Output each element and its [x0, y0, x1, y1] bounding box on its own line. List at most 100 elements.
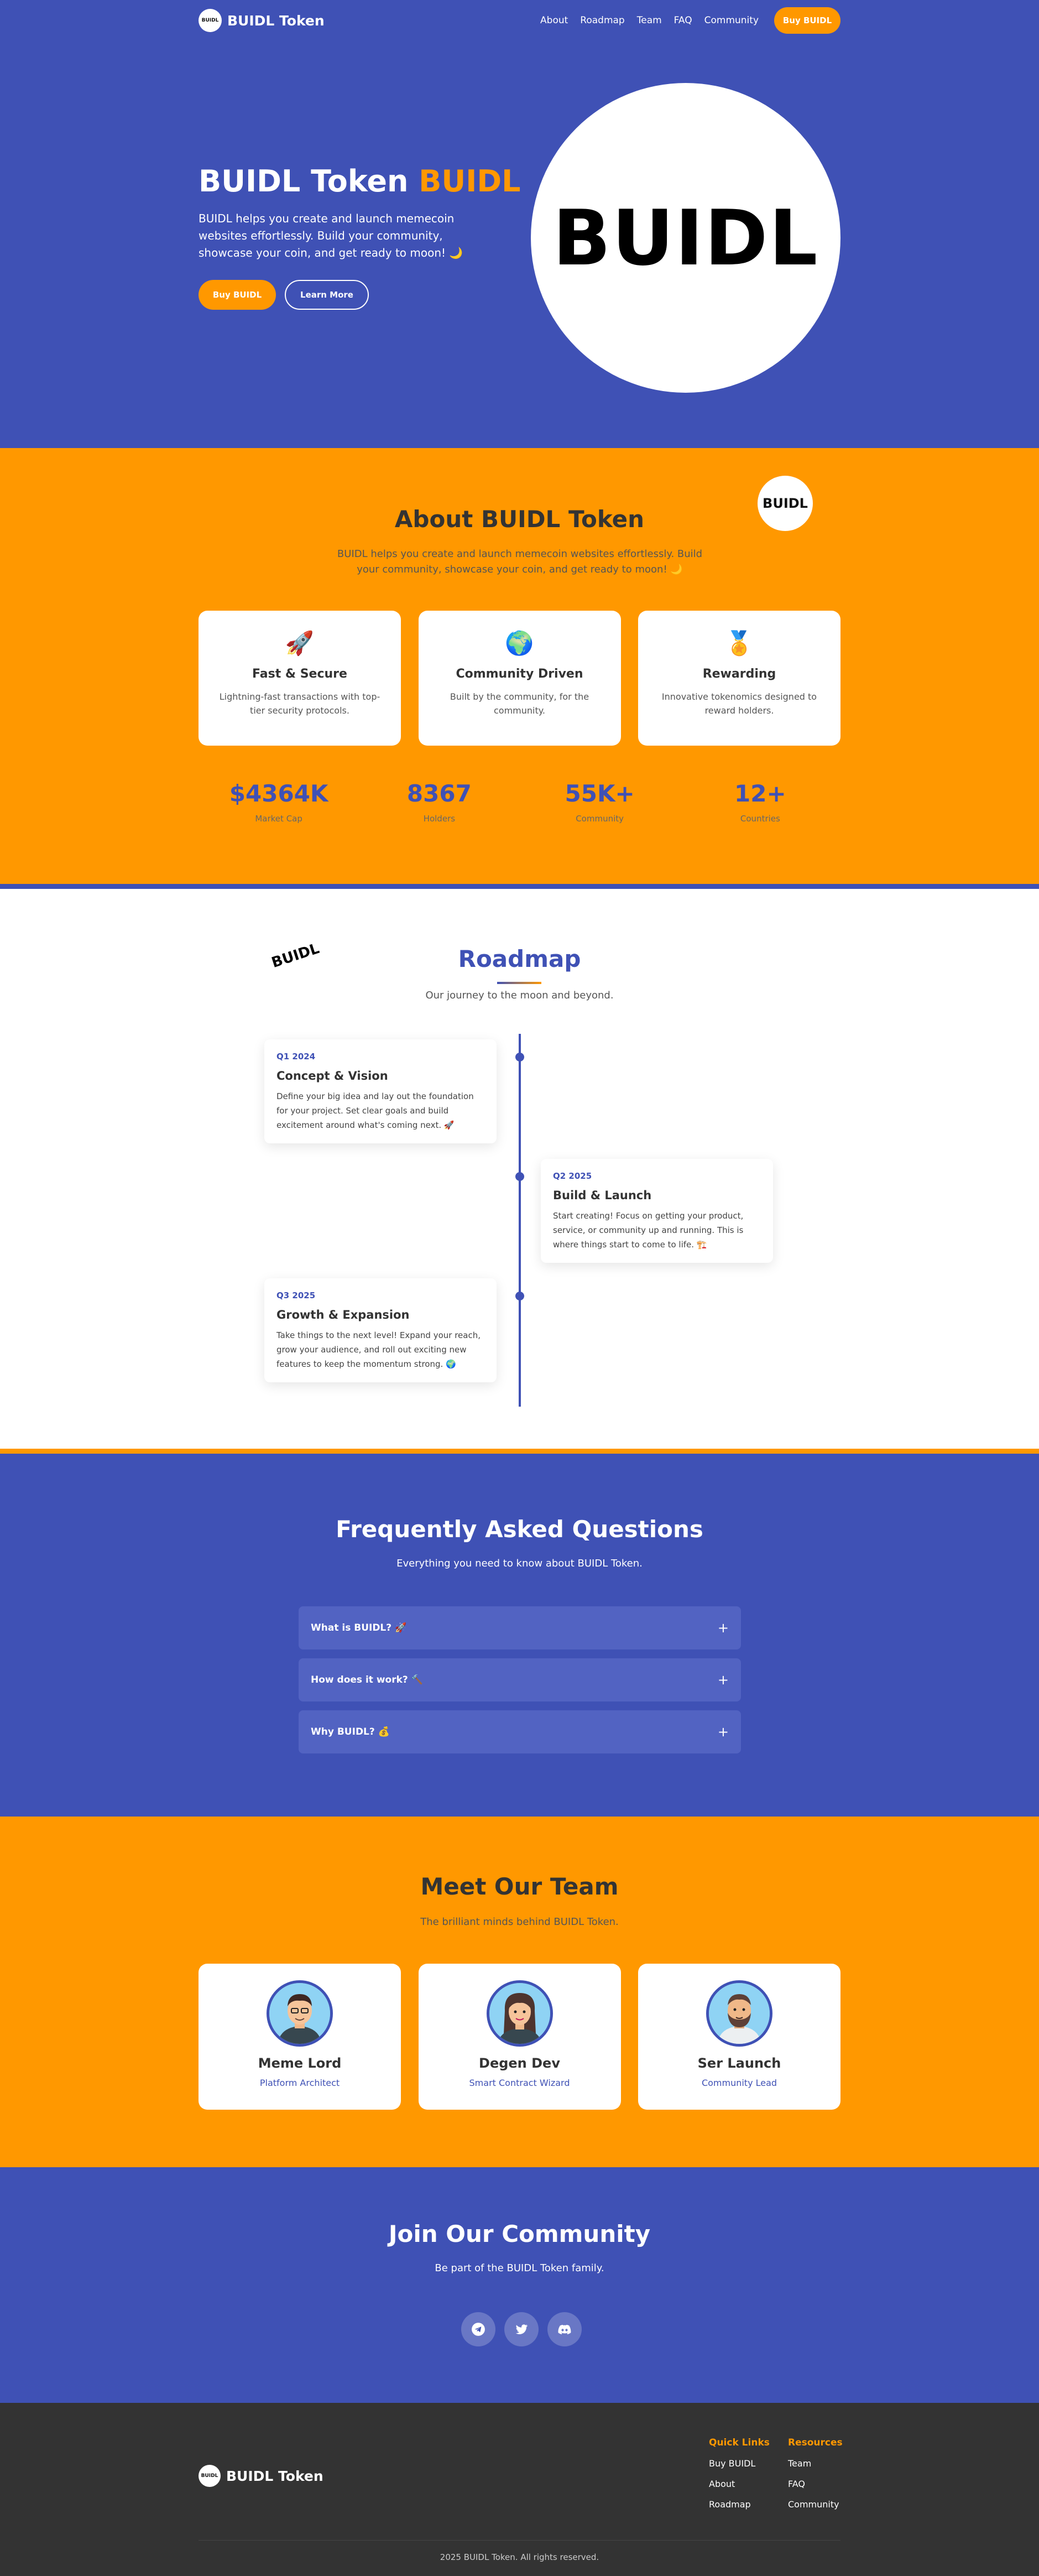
- twitter-icon: [515, 2324, 528, 2334]
- roadmap-card-title: Build & Launch: [553, 1189, 652, 1202]
- nav-link-team[interactable]: Team: [637, 15, 662, 26]
- nav-link-community[interactable]: Community: [704, 15, 759, 26]
- copyright-text: 2025 BUIDL Token. All rights reserved.: [440, 2552, 599, 2562]
- roadmap-card-description: Take things to the next level! Expand yo…: [276, 1330, 481, 1369]
- brand-name[interactable]: BUIDL Token: [227, 13, 325, 29]
- roadmap-quarter: Q3 2025: [276, 1290, 316, 1300]
- roadmap-quarter: Q2 2025: [553, 1171, 592, 1181]
- discord-icon: [558, 2324, 571, 2335]
- community-subtitle: Be part of the BUIDL Token family.: [435, 2262, 604, 2274]
- hero-logo-text: BUIDL: [552, 193, 819, 283]
- stat-holders: 8367 Holders: [367, 780, 511, 824]
- roadmap-quarter: Q1 2024: [276, 1052, 316, 1061]
- hero-section: BUIDL Token BUIDL BUIDL helps you create…: [0, 41, 1039, 448]
- feature-card: 🌍 Community Driven Built by the communit…: [418, 611, 621, 746]
- navbar-inner: BUIDL BUIDL Token About Roadmap Team FAQ…: [199, 0, 840, 41]
- team-card: Degen Dev Smart Contract Wizard: [418, 1964, 621, 2110]
- footer-column-title: Resources: [788, 2437, 843, 2448]
- footer-link-team[interactable]: Team: [788, 2458, 843, 2469]
- nav-buy-button[interactable]: Buy BUIDL: [774, 7, 840, 34]
- stat-community: 55K+ Community: [528, 780, 672, 824]
- feature-title: Rewarding: [702, 667, 776, 681]
- footer-link-about[interactable]: About: [709, 2479, 770, 2489]
- faq-item-how-it-works[interactable]: How does it work? 🔨 +: [299, 1658, 741, 1701]
- nav-link-faq[interactable]: FAQ: [674, 15, 692, 26]
- footer-brand-name[interactable]: BUIDL Token: [226, 2468, 323, 2484]
- faq-question: What is BUIDL? 🚀: [311, 1622, 407, 1633]
- nav-links: About Roadmap Team FAQ Community Buy BUI…: [528, 7, 840, 34]
- hero-title-main: BUIDL Token: [199, 164, 409, 199]
- avatar: [486, 1980, 553, 2047]
- stat-countries: 12+ Countries: [688, 780, 832, 824]
- roadmap-title: Roadmap: [458, 945, 581, 972]
- faq-item-why-buidl[interactable]: Why BUIDL? 💰 +: [299, 1710, 741, 1753]
- footer-quick-links: Quick Links Buy BUIDL About Roadmap: [709, 2437, 770, 2510]
- hero-buttons: Buy BUIDL Learn More: [199, 280, 369, 310]
- feature-title: Fast & Secure: [252, 667, 347, 681]
- footer-column-title: Quick Links: [709, 2437, 770, 2448]
- about-section: BUIDL About BUIDL Token BUIDL helps you …: [0, 448, 1039, 884]
- stat-value: 12+: [734, 780, 786, 807]
- stat-label: Community: [576, 814, 624, 824]
- footer-logo[interactable]: BUIDL: [199, 2465, 221, 2487]
- man-avatar-icon: [269, 1983, 330, 2044]
- top-navbar: BUIDL BUIDL Token About Roadmap Team FAQ…: [0, 0, 1039, 41]
- brand-logo[interactable]: BUIDL: [199, 9, 222, 32]
- hero-learn-more-button[interactable]: Learn More: [285, 280, 369, 310]
- faq-question: How does it work? 🔨: [311, 1674, 423, 1685]
- team-cards: Meme Lord Platform Architect Degen Dev S…: [199, 1964, 840, 2110]
- team-member-role: Platform Architect: [259, 2078, 340, 2088]
- timeline-line: [519, 1034, 521, 1407]
- globe-icon: 🌍: [505, 629, 534, 657]
- footer: BUIDL BUIDL Token Quick Links Buy BUIDL …: [0, 2403, 1039, 2576]
- community-section: Join Our Community Be part of the BUIDL …: [0, 2167, 1039, 2403]
- faq-item-what-is-buidl[interactable]: What is BUIDL? 🚀 +: [299, 1606, 741, 1649]
- plus-icon[interactable]: +: [718, 1672, 729, 1688]
- roadmap-subtitle: Our journey to the moon and beyond.: [425, 990, 614, 1001]
- hero-description: BUIDL helps you create and launch memeco…: [199, 212, 463, 259]
- roadmap-section: BUIDL Roadmap Our journey to the moon an…: [0, 884, 1039, 1454]
- twitter-button[interactable]: [504, 2312, 539, 2346]
- social-links: [457, 2312, 586, 2346]
- discord-button[interactable]: [547, 2312, 582, 2346]
- plus-icon[interactable]: +: [718, 1620, 729, 1636]
- community-title: Join Our Community: [388, 2220, 651, 2247]
- team-member-name: Degen Dev: [479, 2055, 560, 2071]
- team-member-name: Meme Lord: [258, 2055, 342, 2071]
- roadmap-card: Q2 2025 Build & Launch Start creating! F…: [541, 1159, 773, 1263]
- feature-card: 🚀 Fast & Secure Lightning-fast transacti…: [199, 611, 401, 746]
- team-title: Meet Our Team: [420, 1873, 619, 1900]
- roadmap-card-title: Concept & Vision: [276, 1069, 388, 1083]
- about-description: BUIDL helps you create and launch memeco…: [337, 548, 703, 575]
- faq-section: Frequently Asked Questions Everything yo…: [0, 1454, 1039, 1817]
- footer-link-community[interactable]: Community: [788, 2499, 843, 2510]
- about-title: About BUIDL Token: [394, 506, 645, 533]
- timeline-dot: [515, 1053, 524, 1061]
- plus-icon[interactable]: +: [718, 1724, 729, 1740]
- team-member-role: Smart Contract Wizard: [469, 2078, 570, 2088]
- footer-brand: BUIDL BUIDL Token: [199, 2465, 323, 2487]
- roadmap-card-description: Define your big idea and lay out the fou…: [276, 1091, 474, 1130]
- timeline-dot: [515, 1172, 524, 1181]
- nav-link-about[interactable]: About: [540, 15, 568, 26]
- team-subtitle: The brilliant minds behind BUIDL Token.: [420, 1916, 619, 1928]
- nav-link-roadmap[interactable]: Roadmap: [580, 15, 624, 26]
- avatar: [706, 1980, 772, 2047]
- roadmap-card-title: Growth & Expansion: [276, 1308, 410, 1321]
- stat-label: Market Cap: [255, 814, 302, 824]
- footer-link-buy[interactable]: Buy BUIDL: [709, 2458, 770, 2469]
- footer-link-roadmap[interactable]: Roadmap: [709, 2499, 770, 2510]
- telegram-button[interactable]: [461, 2312, 495, 2346]
- feature-description: Lightning-fast transactions with top-tie…: [219, 691, 380, 716]
- feature-cards: 🚀 Fast & Secure Lightning-fast transacti…: [199, 611, 840, 746]
- stat-label: Holders: [423, 814, 456, 824]
- hero-logo-circle: BUIDL: [531, 83, 840, 393]
- hero-buy-button[interactable]: Buy BUIDL: [199, 280, 276, 310]
- roadmap-card: Q1 2024 Concept & Vision Define your big…: [264, 1039, 497, 1143]
- footer-link-faq[interactable]: FAQ: [788, 2479, 843, 2489]
- footer-resources: Resources Team FAQ Community: [788, 2437, 843, 2510]
- timeline-dot: [515, 1292, 524, 1300]
- stat-value: 8367: [406, 780, 472, 807]
- feature-card: 🏅 Rewarding Innovative tokenomics design…: [638, 611, 840, 746]
- faq-question: Why BUIDL? 💰: [311, 1726, 390, 1737]
